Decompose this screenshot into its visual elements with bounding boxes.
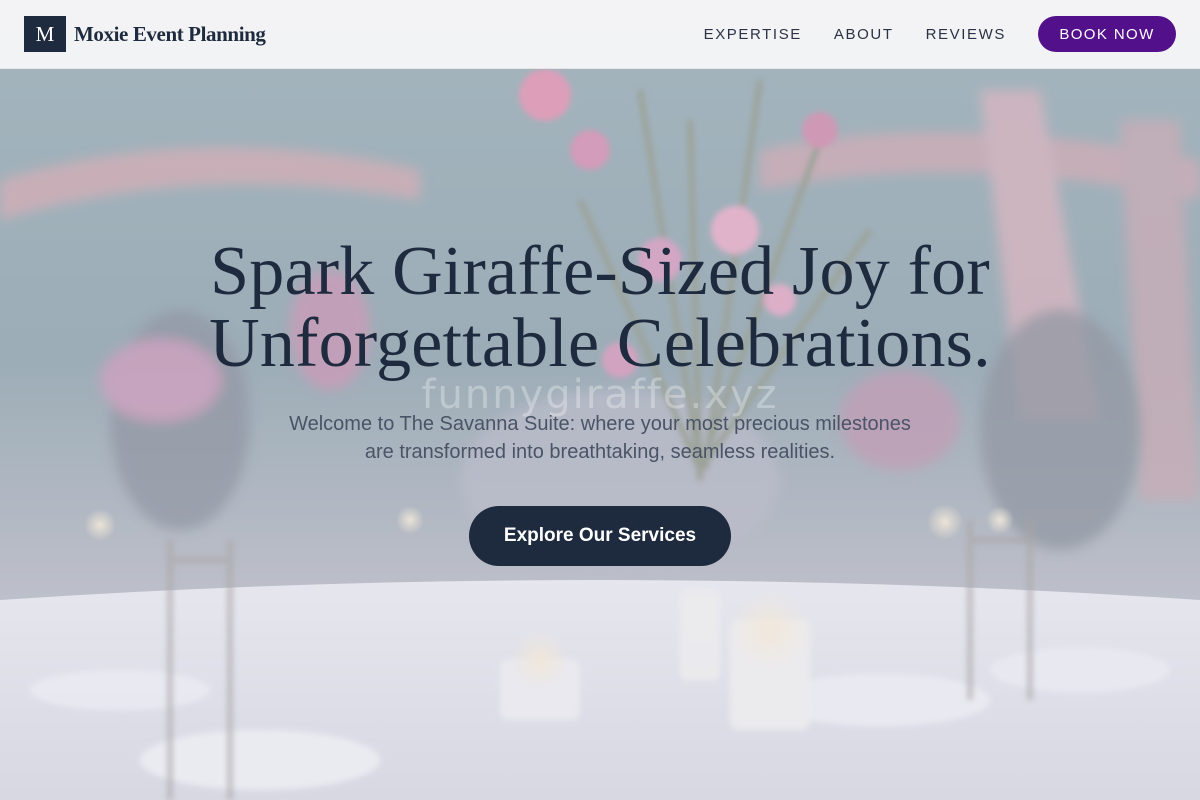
brand-mark-icon: M bbox=[24, 16, 66, 52]
hero-section: Spark Giraffe-Sized Joy for Unforgettabl… bbox=[0, 236, 1200, 566]
top-navbar: M Moxie Event Planning EXPERTISE ABOUT R… bbox=[0, 0, 1200, 69]
nav-link-about[interactable]: ABOUT bbox=[834, 26, 894, 43]
hero-subtitle-line-1: Welcome to The Savanna Suite: where your… bbox=[289, 413, 911, 435]
brand-logo-link[interactable]: M Moxie Event Planning bbox=[24, 16, 266, 52]
nav-links: EXPERTISE ABOUT REVIEWS bbox=[704, 26, 1006, 43]
nav-link-reviews[interactable]: REVIEWS bbox=[926, 26, 1006, 43]
hero-headline-line-2: Unforgettable Celebrations. bbox=[209, 305, 991, 382]
nav-link-expertise[interactable]: EXPERTISE bbox=[704, 26, 802, 43]
hero-subtitle: Welcome to The Savanna Suite: where your… bbox=[0, 410, 1200, 466]
hero-subtitle-line-2: are transformed into breathtaking, seaml… bbox=[364, 441, 836, 463]
hero-headline: Spark Giraffe-Sized Joy for Unforgettabl… bbox=[0, 236, 1200, 380]
explore-services-button[interactable]: Explore Our Services bbox=[469, 506, 731, 566]
book-now-button[interactable]: BOOK NOW bbox=[1038, 16, 1176, 52]
brand-name: Moxie Event Planning bbox=[74, 21, 266, 46]
hero-headline-line-1: Spark Giraffe-Sized Joy for bbox=[210, 233, 990, 310]
